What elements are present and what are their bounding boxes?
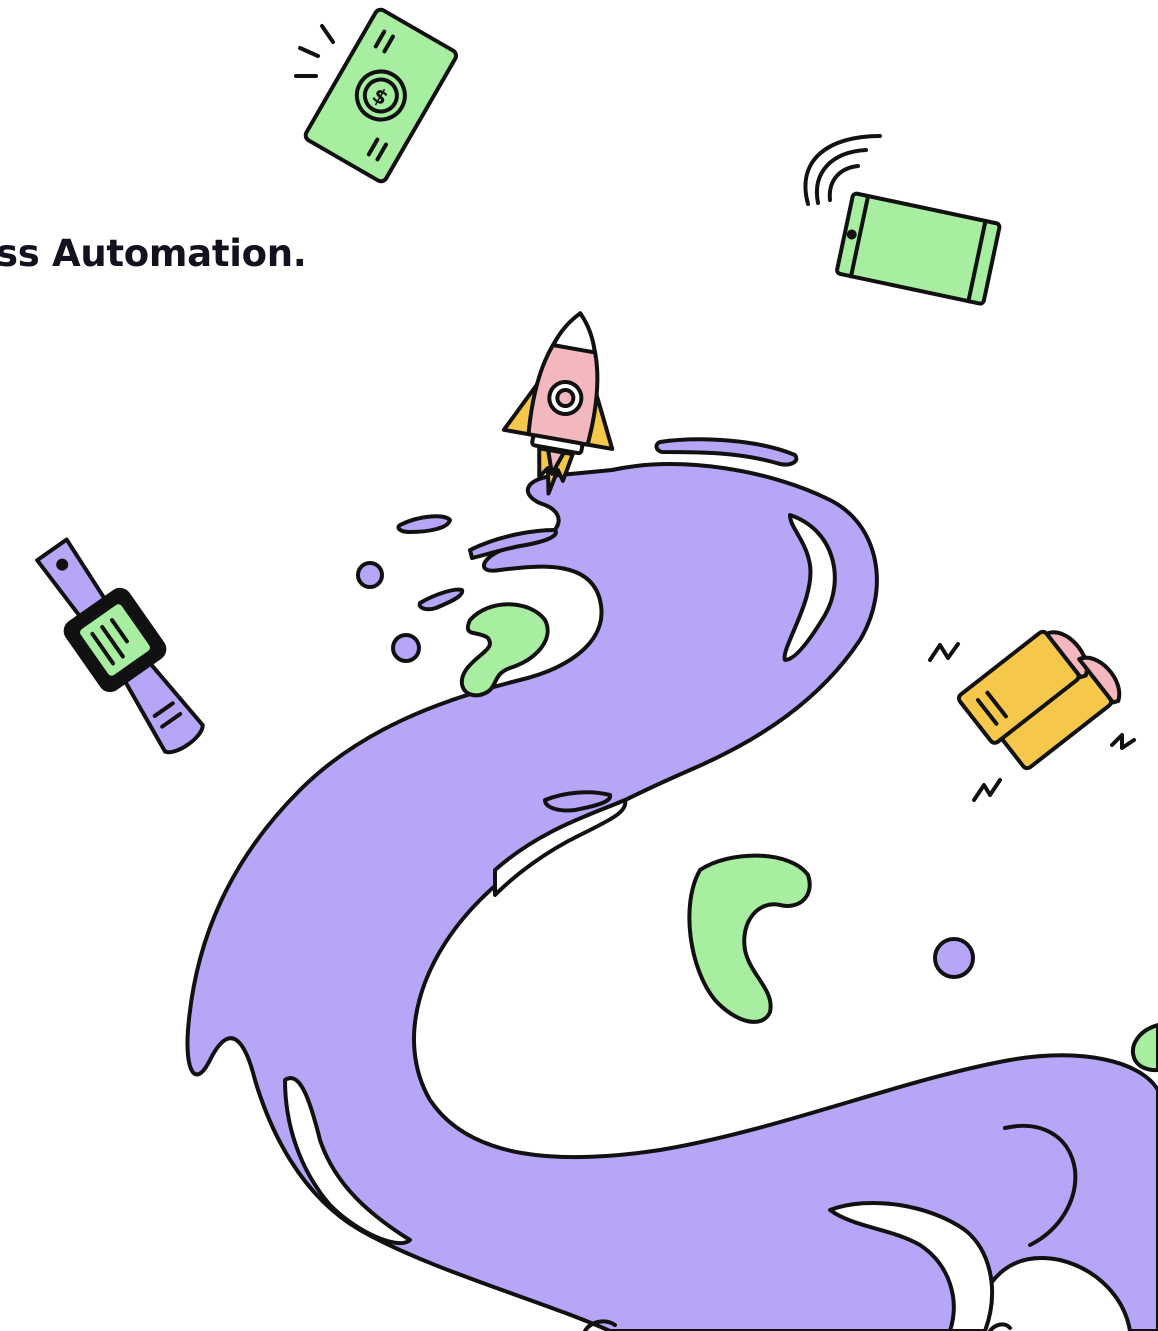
money-sparkle [294, 24, 335, 78]
signal-waves [803, 134, 882, 206]
phone-icon [835, 191, 1002, 306]
purple-wave [185, 437, 1158, 1331]
page: ss Automation. $ [0, 0, 1158, 1331]
illustration: $ [35, 7, 1158, 1331]
books-icon [956, 629, 1122, 771]
smartwatch-icon [35, 537, 205, 755]
